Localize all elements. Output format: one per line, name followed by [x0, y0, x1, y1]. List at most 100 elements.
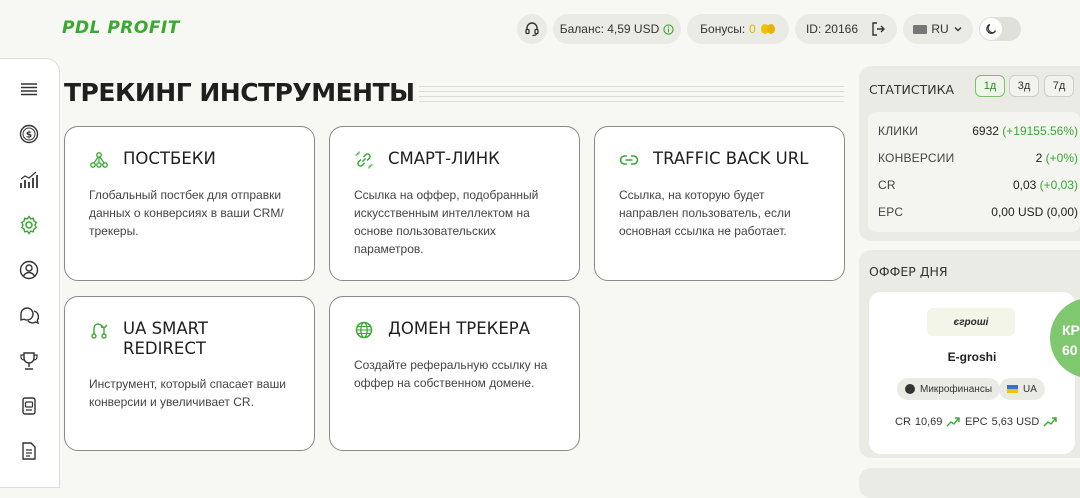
stat-row-cr: CR 0,03 (+0,03): [878, 178, 1078, 192]
stat-value-group: 6932 (+19155.56%): [972, 124, 1078, 138]
chevron-down-icon: [954, 27, 962, 32]
support-button[interactable]: [517, 14, 547, 44]
bonus-pill[interactable]: Бонусы: 0: [687, 14, 789, 44]
moon-icon: [986, 23, 997, 34]
coins-icon: [760, 24, 775, 34]
period-7d-button[interactable]: 7д: [1044, 75, 1074, 97]
card-description: Инструмент, который спасает ваши конверс…: [89, 377, 286, 409]
offer-logo-text: єгроші: [953, 316, 989, 328]
document-icon: [22, 442, 36, 460]
next-panel: [859, 468, 1080, 498]
sidebar: $: [0, 58, 60, 488]
tool-card-smart-link[interactable]: СМАРТ-ЛИНК Ссылка на оффер, подобранный …: [329, 126, 580, 281]
page-title-area: ТРЕКИНГ ИНСТРУМЕНТЫ: [64, 76, 844, 110]
sidebar-item-wallet[interactable]: [14, 391, 44, 421]
stat-value: 6932: [972, 124, 999, 138]
badge-line-1: КР: [1062, 322, 1080, 338]
tool-card-traffic-back-url[interactable]: TRAFFIC BACK URL Ссылка, на которую буде…: [594, 126, 845, 281]
stat-value-group: 2 (+0%): [1036, 151, 1078, 165]
headset-icon: [525, 22, 539, 37]
stat-row-clicks: КЛИКИ 6932 (+19155.56%): [878, 124, 1078, 138]
theme-knob: [980, 18, 1002, 40]
page-title: ТРЕКИНГ ИНСТРУМЕНТЫ: [64, 76, 419, 110]
offer-country: UA: [1023, 383, 1037, 395]
stat-label: КОНВЕРСИИ: [878, 151, 955, 165]
sidebar-item-statistics[interactable]: [14, 165, 44, 195]
stat-row-epc: EPC 0,00 USD (0,00): [878, 205, 1078, 219]
sidebar-item-tools[interactable]: [14, 210, 44, 240]
card-title: СМАРТ-ЛИНК: [388, 149, 500, 168]
bar-chart-icon: [20, 171, 38, 188]
stat-value-group: 0,03 (+0,03): [1013, 178, 1078, 192]
card-description: Глобальный постбек для отправки данных о…: [89, 188, 284, 238]
stat-delta: (+0%): [1045, 151, 1078, 165]
epc-label: EPC: [965, 416, 988, 428]
trend-up-icon: [946, 417, 961, 427]
wallet-icon: [22, 397, 36, 415]
sidebar-item-profile[interactable]: [14, 255, 44, 285]
offer-logo: єгроші: [927, 308, 1015, 336]
user-icon: [19, 260, 39, 280]
stat-value-group: 0,00 USD (0,00): [991, 205, 1078, 219]
offer-category-chip: Микрофинансы: [897, 378, 1001, 400]
sidebar-item-documents[interactable]: [14, 436, 44, 466]
offer-category: Микрофинансы: [920, 383, 993, 395]
stat-label: EPC: [878, 205, 904, 219]
stat-row-conversions: КОНВЕРСИИ 2 (+0%): [878, 151, 1078, 165]
link-icon: [619, 155, 639, 165]
language-value: RU: [931, 22, 949, 36]
top-bar: PDL PROFIT Баланс: 4,59 USD Бонусы: 0 ID…: [0, 0, 1080, 58]
tool-card-tracker-domain[interactable]: ДОМЕН ТРЕКЕРА Создайте реферальную ссылк…: [329, 296, 580, 451]
stat-label: КЛИКИ: [878, 124, 919, 138]
stat-label: CR: [878, 178, 896, 192]
category-dot-icon: [905, 384, 915, 394]
card-description: Ссылка на оффер, подобранный искусственн…: [354, 188, 539, 256]
stat-delta: (+0,03): [1039, 178, 1078, 192]
card-description: Ссылка, на которую будет направлен польз…: [619, 188, 791, 238]
card-title: TRAFFIC BACK URL: [653, 149, 809, 168]
sidebar-item-finance[interactable]: $: [14, 119, 44, 149]
language-select[interactable]: RU: [903, 14, 973, 44]
info-icon: [663, 23, 674, 35]
dollar-coin-icon: $: [19, 124, 39, 144]
gear-icon: [20, 215, 38, 235]
logo[interactable]: PDL PROFIT: [62, 18, 180, 38]
globe-icon: [355, 321, 373, 339]
menu-icon: [21, 83, 37, 96]
statistics-title: СТАТИСТИКА: [869, 82, 955, 97]
epc-value: 5,63 USD: [991, 416, 1040, 428]
stat-value: 0,03: [1012, 178, 1037, 192]
logout-icon[interactable]: [870, 21, 886, 37]
trend-up-icon: [1043, 417, 1058, 427]
redirect-icon: [91, 323, 108, 339]
balance-pill[interactable]: Баланс: 4,59 USD: [553, 14, 681, 44]
theme-toggle[interactable]: [979, 17, 1021, 41]
tool-card-postbacks[interactable]: ПОСТБЕКИ Глобальный постбек для отправки…: [64, 126, 315, 281]
card-title: ПОСТБЕКИ: [123, 149, 216, 168]
card-description: Создайте реферальную ссылку на оффер на …: [354, 358, 548, 390]
card-title: ДОМЕН ТРЕКЕРА: [388, 319, 531, 338]
card-title: UA SMART REDIRECT: [123, 319, 208, 358]
sidebar-item-support[interactable]: [14, 300, 44, 330]
network-nodes-icon: [90, 152, 108, 168]
support-chat-icon: [20, 307, 39, 325]
offer-card[interactable]: єгроші E-groshi Микрофинансы UA CR 10,69…: [869, 292, 1075, 454]
user-id-pill[interactable]: ID: 20166: [795, 14, 897, 44]
tool-card-ua-smart-redirect[interactable]: UA SMART REDIRECT Инструмент, который сп…: [64, 296, 315, 451]
stat-value: 0,00 USD: [991, 205, 1044, 219]
svg-text:$: $: [26, 131, 32, 141]
statistics-box: КЛИКИ 6932 (+19155.56%) КОНВЕРСИИ 2 (+0%…: [868, 112, 1080, 232]
period-3d-button[interactable]: 3д: [1009, 75, 1039, 97]
period-1d-button[interactable]: 1д: [975, 75, 1005, 97]
balance-label: Баланс: 4,59 USD: [559, 22, 660, 36]
trophy-icon: [20, 352, 38, 370]
offer-name: E-groshi: [947, 350, 997, 364]
ua-flag-icon: [1007, 385, 1018, 393]
bonus-value: 0: [749, 22, 756, 36]
offer-country-chip: UA: [999, 378, 1045, 400]
sidebar-item-contests[interactable]: [14, 346, 44, 376]
user-id: ID: 20166: [805, 22, 859, 36]
bonus-label: Бонусы:: [700, 22, 746, 36]
smart-link-icon: [355, 151, 373, 169]
sidebar-item-menu[interactable]: [14, 74, 44, 104]
